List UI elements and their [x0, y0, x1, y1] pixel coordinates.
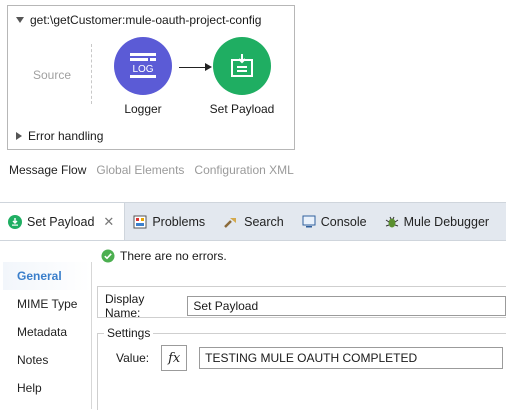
source-divider — [91, 44, 92, 104]
tab-set-payload-label: Set Payload — [27, 214, 95, 229]
tab-global-elements[interactable]: Global Elements — [96, 163, 184, 177]
error-handling-row[interactable]: Error handling — [16, 129, 103, 143]
logger-icon-text: LOG — [132, 64, 153, 75]
set-payload-icon — [8, 214, 22, 229]
flow-canvas: get:\getCustomer:mule-oauth-project-conf… — [7, 5, 295, 150]
source-label: Source — [33, 68, 72, 82]
display-name-input[interactable]: Set Payload — [187, 296, 506, 316]
logger-icon[interactable]: LOG — [114, 37, 172, 95]
nav-mime-type[interactable]: MIME Type — [3, 290, 91, 318]
tab-search[interactable]: Search — [215, 203, 294, 240]
tab-problems[interactable]: Problems — [125, 203, 215, 240]
logger-label: Logger — [124, 102, 162, 116]
properties-nav: General MIME Type Metadata Notes Help — [3, 262, 92, 409]
console-icon — [302, 215, 316, 228]
flow-arrow — [179, 67, 207, 68]
tab-set-payload[interactable]: Set Payload ✕ — [0, 203, 126, 240]
tab-message-flow[interactable]: Message Flow — [9, 163, 86, 177]
debugger-icon — [385, 216, 398, 227]
tab-problems-label: Problems — [152, 214, 206, 229]
display-name-value: Set Payload — [193, 299, 259, 313]
problems-icon — [133, 215, 147, 228]
display-name-row: Display Name: Set Payload — [105, 292, 506, 320]
tab-mule-debugger[interactable]: Mule Debugger — [377, 203, 499, 240]
tab-configuration-xml[interactable]: Configuration XML — [194, 163, 293, 177]
value-input[interactable]: TESTING MULE OAUTH COMPLETED — [199, 347, 504, 369]
check-icon — [101, 249, 115, 263]
status-message: There are no errors. — [101, 249, 227, 263]
tab-mule-debugger-label: Mule Debugger — [403, 214, 490, 229]
logger-node[interactable]: LOG Logger — [108, 37, 178, 116]
expand-arrow-icon[interactable] — [16, 132, 22, 140]
error-handling-label: Error handling — [28, 129, 104, 143]
value-text: TESTING MULE OAUTH COMPLETED — [205, 351, 418, 365]
value-label: Value: — [116, 351, 150, 365]
editor-tabs: Message Flow Global Elements Configurati… — [9, 163, 294, 177]
flow-title: get:\getCustomer:mule-oauth-project-conf… — [30, 13, 262, 27]
nav-help[interactable]: Help — [3, 374, 91, 402]
expression-toggle-icon[interactable]: fx — [161, 345, 188, 371]
panel-tabs: Set Payload ✕ Problems Search Console Mu… — [0, 202, 506, 241]
display-name-label: Display Name: — [105, 292, 145, 320]
settings-legend: Settings — [104, 326, 154, 340]
search-icon — [224, 217, 237, 228]
value-row: Value: fx TESTING MULE OAUTH COMPLETED — [116, 345, 504, 371]
tab-console-label: Console — [320, 214, 367, 229]
tab-console[interactable]: Console — [294, 203, 377, 240]
set-payload-label: Set Payload — [209, 102, 275, 116]
close-icon[interactable]: ✕ — [103, 214, 114, 230]
tab-search-label: Search — [244, 214, 284, 229]
nav-notes[interactable]: Notes — [3, 346, 91, 374]
status-text: There are no errors. — [120, 249, 227, 263]
flow-header[interactable]: get:\getCustomer:mule-oauth-project-conf… — [16, 13, 261, 27]
collapse-arrow-icon[interactable] — [16, 17, 24, 23]
set-payload-node[interactable]: Set Payload — [206, 37, 278, 116]
nav-metadata[interactable]: Metadata — [3, 318, 91, 346]
set-payload-icon[interactable] — [213, 37, 271, 95]
nav-general[interactable]: General — [3, 262, 91, 290]
